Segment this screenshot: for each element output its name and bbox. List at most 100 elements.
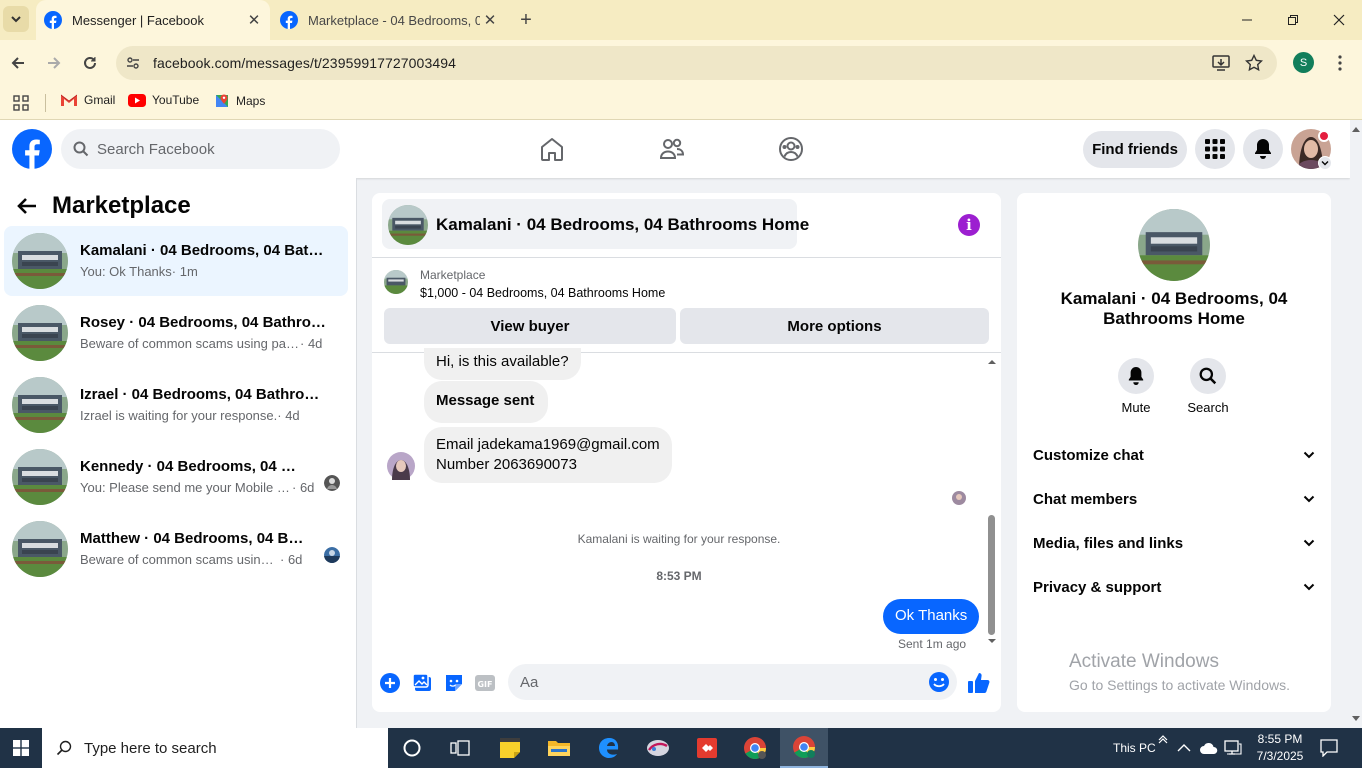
back-arrow-icon[interactable] (16, 196, 38, 216)
bookmark-maps[interactable]: Maps (214, 93, 265, 109)
chevron-down-icon (1303, 539, 1315, 547)
chrome-app-active[interactable] (780, 728, 828, 768)
outgoing-message[interactable]: Ok Thanks (883, 599, 980, 634)
bookmark-gmail[interactable]: Gmail (60, 93, 115, 107)
back-button[interactable] (5, 50, 31, 76)
tab-search-button[interactable] (3, 6, 29, 32)
plus-circle-icon[interactable] (379, 672, 401, 694)
file-explorer-app[interactable] (535, 728, 583, 768)
conversation-item[interactable]: Kamalani · 04 Bedrooms, 04 Bathrooms Hom… (4, 226, 348, 296)
chrome-app[interactable] (731, 728, 779, 768)
incoming-message[interactable]: Message sent (424, 381, 549, 423)
scrollbar-thumb[interactable] (988, 515, 995, 635)
reload-button[interactable] (77, 50, 103, 76)
message-input[interactable]: Aa (508, 664, 957, 700)
facebook-logo-icon[interactable] (12, 129, 52, 169)
sticky-notes-icon (500, 738, 520, 758)
browser-tab-marketplace[interactable]: Marketplace - 04 Bedrooms, 04 ✕ (272, 0, 506, 40)
install-app-icon[interactable] (1212, 54, 1230, 72)
address-bar[interactable]: facebook.com/messages/t/2395991772700349… (116, 46, 1277, 80)
bookmark-youtube[interactable]: YouTube (128, 93, 199, 107)
tab-title: Marketplace - 04 Bedrooms, 04 (308, 12, 480, 28)
section-privacy-support[interactable]: Privacy & support (1033, 577, 1315, 597)
browser-tab-messenger[interactable]: Messenger | Facebook ✕ (36, 0, 270, 40)
bookmark-star-icon[interactable] (1245, 54, 1263, 72)
clock-time[interactable]: 8:55 PM (1256, 732, 1304, 746)
sticky-notes-app[interactable] (486, 728, 534, 768)
bookmark-label: YouTube (152, 93, 200, 107)
site-info-icon[interactable] (126, 56, 140, 70)
sticker-icon[interactable] (443, 672, 465, 694)
section-chat-members[interactable]: Chat members (1033, 489, 1315, 509)
svg-text:GIF: GIF (477, 680, 492, 689)
restore-button[interactable] (1270, 0, 1316, 40)
chrome-menu-button[interactable] (1327, 50, 1353, 76)
close-tab-icon[interactable]: ✕ (480, 10, 500, 30)
more-options-button[interactable]: More options (680, 308, 989, 344)
incoming-message[interactable]: Hi, is this available? (424, 348, 581, 380)
menu-button[interactable] (1195, 129, 1235, 169)
conversation-title: Kamalani · 04 Bedrooms, 04 Bathrooms Hom… (1060, 289, 1288, 328)
find-friends-button[interactable]: Find friends (1083, 131, 1187, 168)
mute-button[interactable]: Mute (1106, 358, 1166, 415)
section-label: Chat members (1033, 490, 1138, 508)
section-customize-chat[interactable]: Customize chat (1033, 445, 1315, 465)
close-icon (1333, 14, 1345, 26)
this-pc-label[interactable]: This PC (1113, 741, 1156, 755)
clock-date[interactable]: 7/3/2025 (1256, 749, 1304, 763)
view-buyer-button[interactable]: View buyer (384, 308, 676, 344)
page-scrollbar[interactable] (1350, 120, 1362, 728)
anydesk-app[interactable] (683, 728, 731, 768)
chat-scrollbar[interactable] (986, 359, 998, 649)
forward-button[interactable] (41, 50, 67, 76)
message-line: Number 2063690073 (436, 456, 577, 473)
conversation-item[interactable]: Kennedy · 04 Bedrooms, 04 Bathrooms Home… (4, 442, 348, 512)
minimize-button[interactable] (1224, 0, 1270, 40)
cortana-button[interactable] (388, 728, 436, 768)
sent-status: Sent 1m ago (898, 637, 967, 651)
nav-home[interactable] (537, 134, 567, 164)
listing-photo[interactable] (1138, 209, 1210, 281)
listing-title[interactable]: $1,000 - 04 Bedrooms, 04 Bathrooms Home (420, 286, 665, 300)
show-hidden-icons-chevron[interactable] (1177, 743, 1191, 753)
nav-friends[interactable] (657, 134, 687, 164)
start-button[interactable] (0, 728, 42, 768)
search-in-conversation-button[interactable]: Search (1178, 358, 1238, 415)
notifications-button[interactable] (1243, 129, 1283, 169)
thumbs-up-icon[interactable] (967, 671, 991, 695)
double-chevron-icon[interactable] (1158, 734, 1168, 744)
preview-text: Beware of common scams using payment app… (80, 552, 280, 567)
apps-grid-icon[interactable] (13, 95, 29, 111)
chat-header[interactable]: Kamalani · 04 Bedrooms, 04 Bathrooms Hom… (382, 199, 809, 249)
edge-app[interactable] (585, 728, 633, 768)
taskbar-search-input[interactable]: Type here to search (42, 728, 388, 768)
task-view-icon (450, 740, 470, 756)
emoji-icon[interactable] (928, 671, 950, 693)
photo-icon[interactable] (412, 672, 434, 694)
network-icon[interactable] (1224, 740, 1242, 756)
search-icon (73, 141, 89, 157)
snipping-app[interactable] (634, 728, 682, 768)
waiting-notice: Kamalani is waiting for your response. (577, 532, 781, 546)
conversation-preview: Izrael is waiting for your response. · 4… (80, 408, 300, 423)
chrome-profile-avatar[interactable]: S (1293, 52, 1314, 73)
onedrive-cloud-icon[interactable] (1199, 741, 1219, 755)
conversation-item[interactable]: Matthew · 04 Bedrooms, 04 Bathrooms Home… (4, 514, 348, 584)
conversation-item[interactable]: Rosey · 04 Bedrooms, 04 Bathrooms Home B… (4, 298, 348, 368)
task-view-button[interactable] (436, 728, 484, 768)
notification-center-icon[interactable] (1320, 739, 1338, 757)
info-icon[interactable]: i (958, 214, 980, 236)
close-window-button[interactable] (1316, 0, 1362, 40)
account-menu-chevron[interactable] (1318, 156, 1332, 170)
new-tab-button[interactable]: + (514, 9, 538, 31)
facebook-search-input[interactable]: Search Facebook (61, 129, 340, 169)
gif-icon[interactable]: GIF (474, 672, 496, 694)
sender-avatar[interactable] (387, 452, 415, 480)
close-tab-icon[interactable]: ✕ (244, 10, 264, 30)
preview-time: · 6d (280, 552, 303, 567)
incoming-message[interactable]: Email jadekama1969@gmail.com Number 2063… (424, 427, 672, 483)
friends-icon (659, 138, 685, 159)
nav-groups[interactable] (776, 134, 806, 164)
section-media-files-links[interactable]: Media, files and links (1033, 533, 1315, 553)
conversation-item[interactable]: Izrael · 04 Bedrooms, 04 Bathrooms Home … (4, 370, 348, 440)
